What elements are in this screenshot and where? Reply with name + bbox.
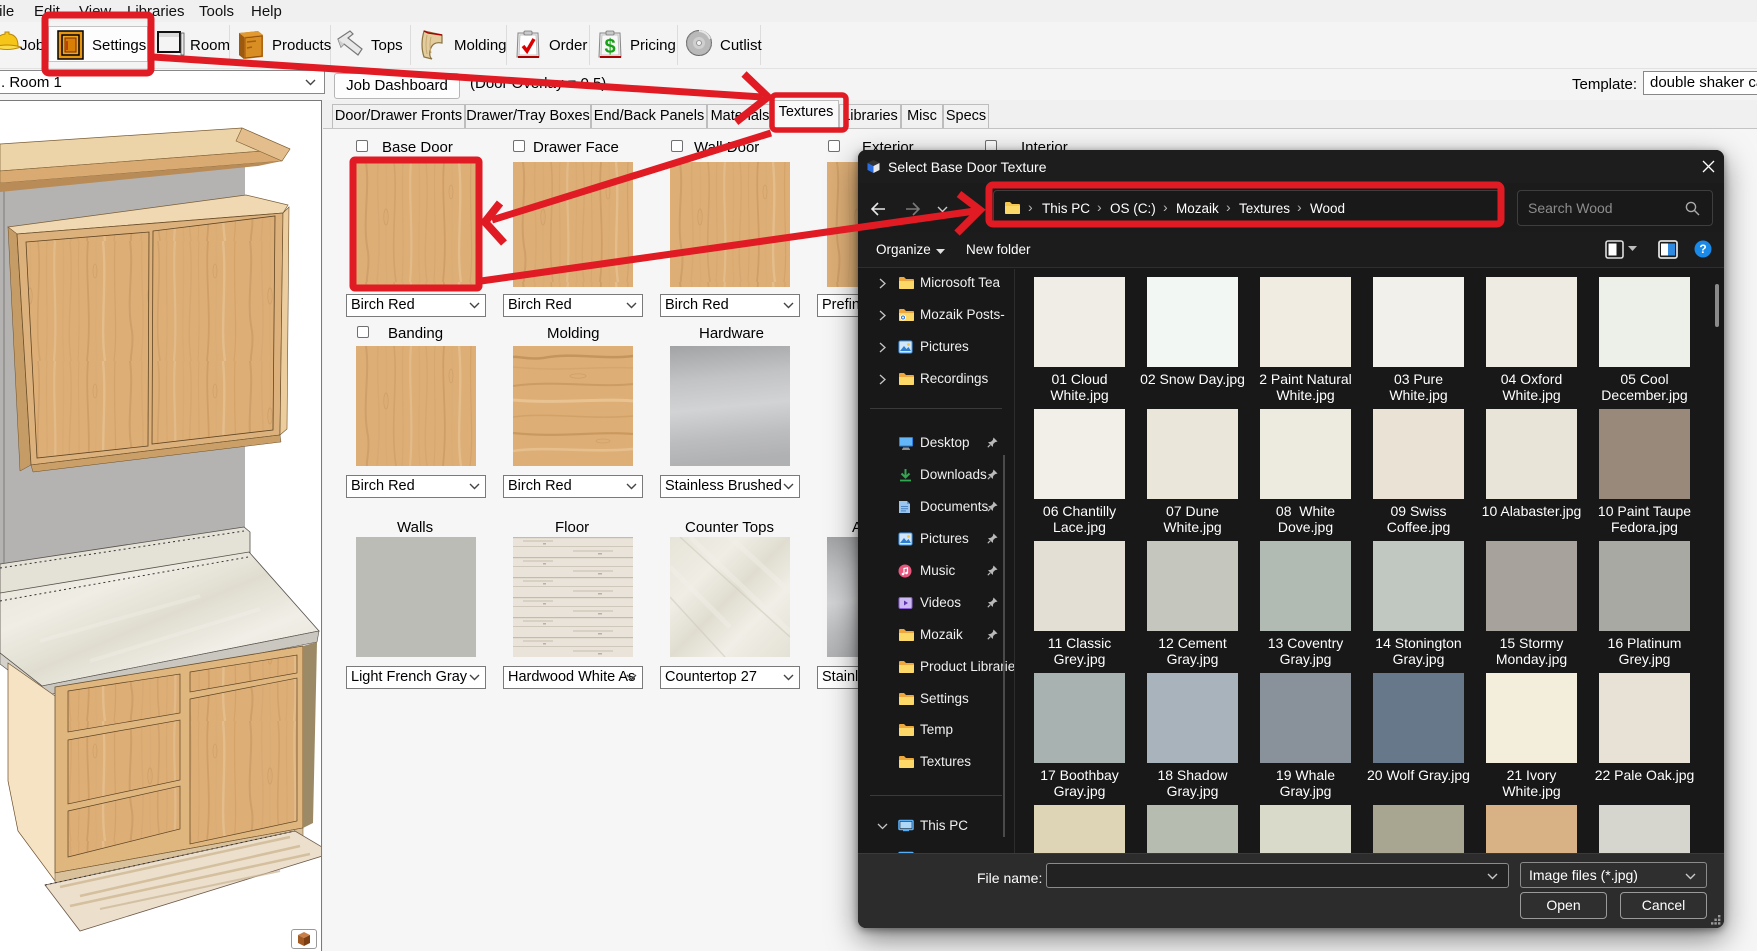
svg-text:$: $ [604,36,615,58]
